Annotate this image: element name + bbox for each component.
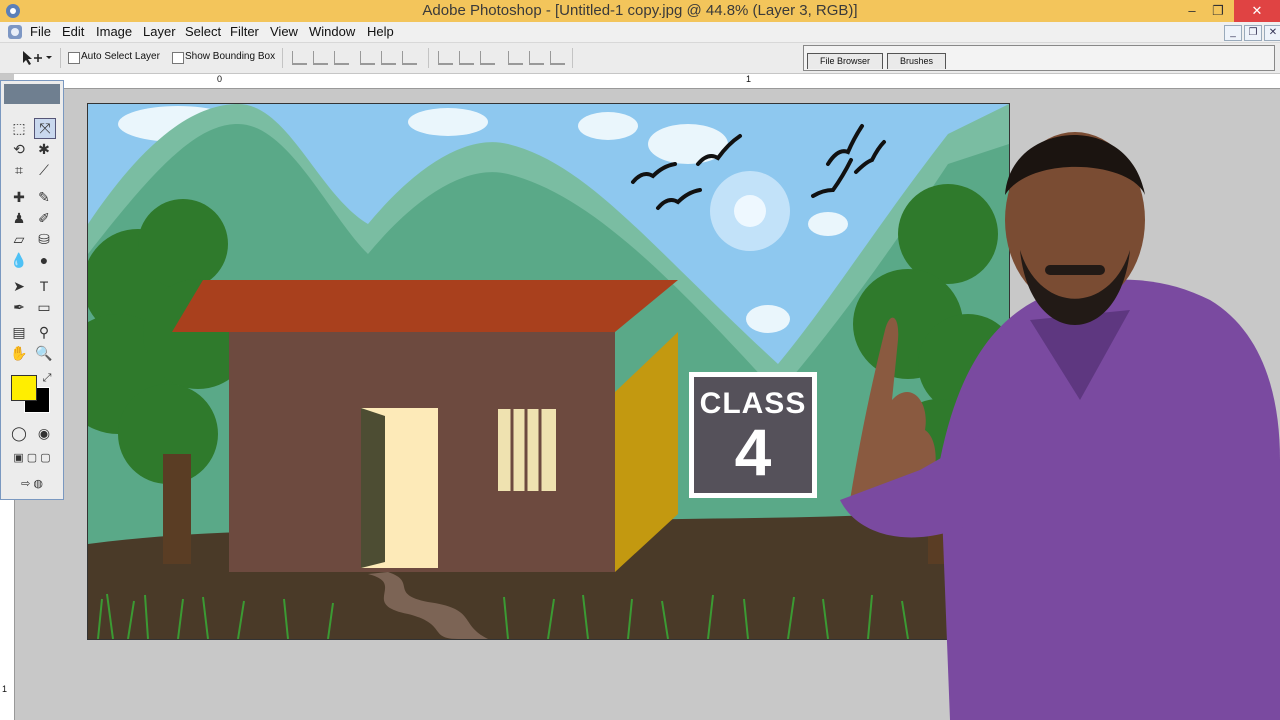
bounding-box-checkbox[interactable] bbox=[172, 52, 184, 64]
path-select-icon[interactable]: ➤ bbox=[9, 277, 29, 296]
zoom-icon[interactable]: 🔍 bbox=[34, 344, 54, 363]
class-badge: CLASS 4 bbox=[689, 372, 817, 498]
toolbox-header[interactable] bbox=[4, 84, 60, 104]
doc-restore-icon[interactable]: ❐ bbox=[1244, 25, 1262, 41]
foreground-color-swatch[interactable] bbox=[11, 375, 37, 401]
lasso-icon[interactable]: ⟲ bbox=[9, 140, 29, 159]
marquee-icon[interactable]: ⬚ bbox=[9, 119, 29, 138]
class-number: 4 bbox=[734, 415, 772, 489]
menu-select[interactable]: Select bbox=[185, 24, 221, 39]
menu-edit[interactable]: Edit bbox=[62, 24, 84, 39]
swap-colors-icon[interactable]: ⤢ bbox=[37, 369, 57, 388]
healing-icon[interactable]: ✚ bbox=[9, 188, 29, 207]
slice-icon[interactable]: ⟋ bbox=[34, 161, 54, 180]
pen-icon[interactable]: ✒ bbox=[9, 298, 29, 317]
bounding-box-label: Show Bounding Box bbox=[185, 51, 276, 62]
title-bar: Adobe Photoshop - [Untitled-1 copy.jpg @… bbox=[0, 0, 1280, 22]
type-icon[interactable]: T bbox=[34, 277, 54, 296]
close-button[interactable]: ✕ bbox=[1234, 0, 1280, 22]
class-badge-inner: CLASS 4 bbox=[694, 377, 812, 493]
menu-layer[interactable]: Layer bbox=[143, 24, 176, 39]
dodge-icon[interactable]: ● bbox=[34, 251, 54, 270]
move-tool-preset-icon[interactable] bbox=[20, 49, 54, 67]
auto-select-checkbox[interactable] bbox=[68, 52, 80, 64]
auto-select-label: Auto Select Layer bbox=[81, 51, 160, 62]
stamp-icon[interactable]: ♟ bbox=[9, 209, 29, 228]
distribute-top-icons[interactable] bbox=[438, 51, 501, 65]
tab-brushes[interactable]: Brushes bbox=[887, 53, 947, 69]
options-separator bbox=[60, 48, 61, 68]
eyedropper-icon[interactable]: ⚲ bbox=[34, 323, 54, 342]
menu-bar: File Edit Image Layer Select Filter View… bbox=[0, 22, 1280, 43]
horizontal-ruler[interactable]: 0 1 bbox=[14, 74, 1280, 89]
presenter-photo bbox=[840, 132, 1280, 720]
quick-mask-icon[interactable]: ◉ bbox=[34, 424, 54, 443]
menu-file[interactable]: File bbox=[30, 24, 51, 39]
bucket-icon[interactable]: ⛁ bbox=[34, 230, 54, 249]
standard-mode-icon[interactable]: ◯ bbox=[9, 424, 29, 443]
menu-image[interactable]: Image bbox=[96, 24, 132, 39]
window-title: Adobe Photoshop - [Untitled-1 copy.jpg @… bbox=[422, 2, 858, 19]
distribute-left-icons[interactable] bbox=[508, 51, 571, 65]
screen-mode-icons[interactable]: ▣ ▢ ▢ bbox=[5, 449, 59, 468]
crop-icon[interactable]: ⌗ bbox=[9, 161, 29, 180]
doc-minimize-icon[interactable]: _ bbox=[1224, 25, 1242, 41]
align-top-icons[interactable] bbox=[292, 51, 355, 65]
menu-filter[interactable]: Filter bbox=[230, 24, 259, 39]
eraser-icon[interactable]: ▱ bbox=[9, 230, 29, 249]
magic-wand-icon[interactable]: ✱ bbox=[34, 140, 54, 159]
menu-view[interactable]: View bbox=[270, 24, 298, 39]
doc-close-icon[interactable]: ✕ bbox=[1264, 25, 1280, 41]
move-tool-icon[interactable]: ⤧ bbox=[34, 118, 56, 139]
ruler-label: 1 bbox=[2, 684, 8, 694]
hand-icon[interactable]: ✋ bbox=[9, 344, 29, 363]
shape-icon[interactable]: ▭ bbox=[34, 298, 54, 317]
restore-button[interactable]: ❐ bbox=[1200, 0, 1236, 22]
menu-window[interactable]: Window bbox=[309, 24, 355, 39]
options-separator bbox=[428, 48, 429, 68]
menu-help[interactable]: Help bbox=[367, 24, 394, 39]
photoshop-menu-icon[interactable] bbox=[6, 23, 24, 41]
options-separator bbox=[282, 48, 283, 68]
ruler-label: 0 bbox=[217, 74, 223, 84]
align-left-icons[interactable] bbox=[360, 51, 423, 65]
toolbox: ⬚ ⤧ ⟲ ✱ ⌗ ⟋ ✚ ✎ ♟ ✐ ▱ ⛁ 💧 ● ➤ T ✒ ▭ ▤ ⚲ … bbox=[0, 80, 64, 500]
tab-file-browser[interactable]: File Browser bbox=[807, 53, 884, 69]
history-brush-icon[interactable]: ✐ bbox=[34, 209, 54, 228]
ruler-label: 1 bbox=[746, 74, 752, 84]
brush-icon[interactable]: ✎ bbox=[34, 188, 54, 207]
jump-to-imageready-icon[interactable]: ⇨ ◍ bbox=[5, 475, 59, 494]
notes-icon[interactable]: ▤ bbox=[9, 323, 29, 342]
blur-icon[interactable]: 💧 bbox=[9, 251, 29, 270]
options-separator bbox=[572, 48, 573, 68]
